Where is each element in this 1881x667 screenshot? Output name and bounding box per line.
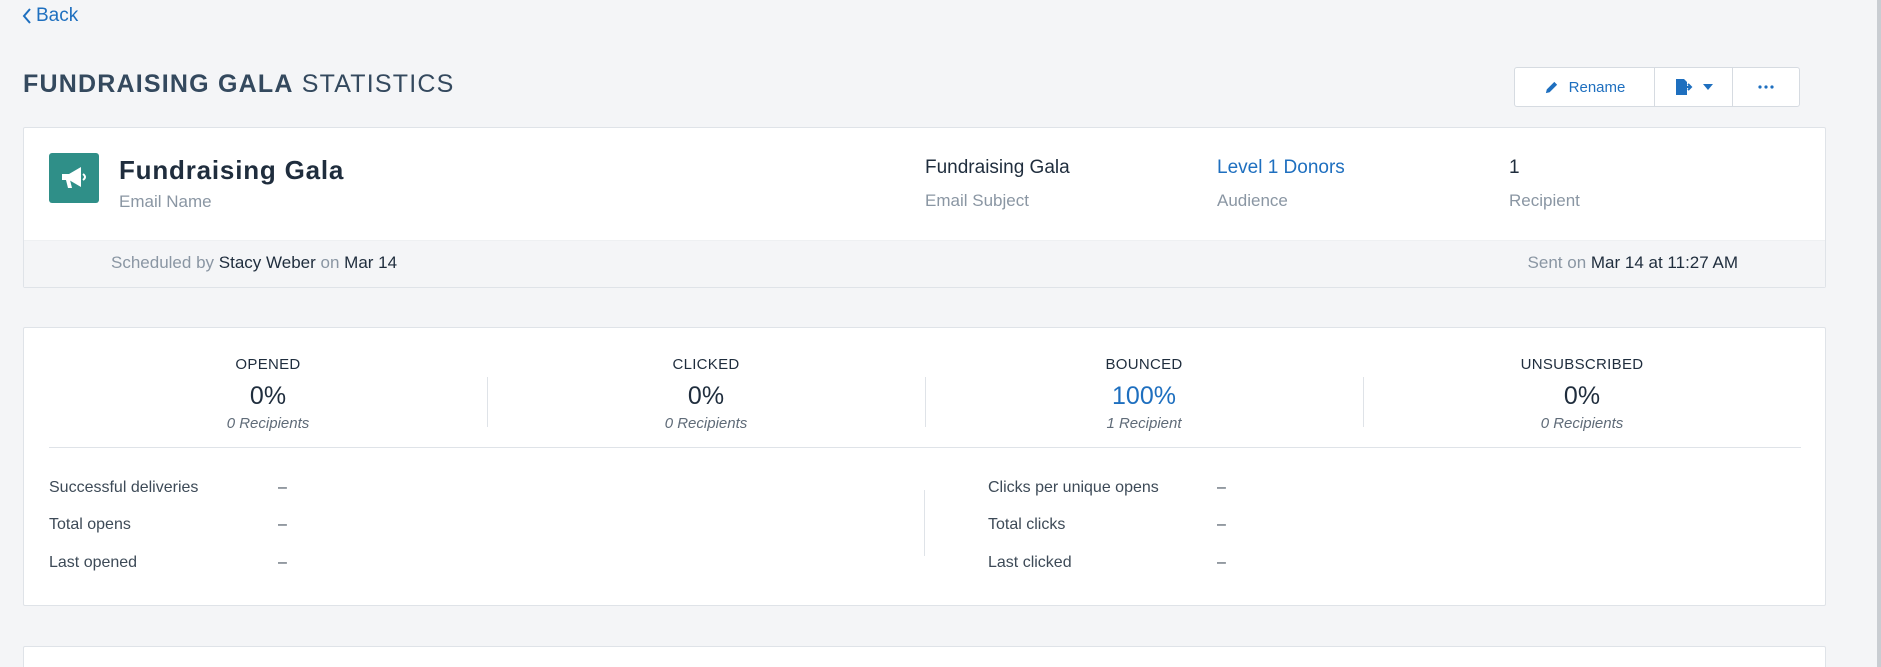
megaphone-icon <box>49 153 99 203</box>
stat-sub: 0 Recipients <box>1540 415 1624 432</box>
chevron-left-icon <box>22 8 31 24</box>
sent-datetime: Mar 14 at 11:27 AM <box>1590 253 1738 272</box>
more-options-button[interactable] <box>1733 68 1799 106</box>
stat-unsubscribed: UNSUBSCRIBED 0% 0 Recipients <box>1363 348 1801 448</box>
back-label: Back <box>36 5 79 26</box>
stat-opened: OPENED 0% 0 Recipients <box>49 348 487 448</box>
detail-value: – <box>1217 516 1226 533</box>
actions-toolbar: Rename <box>1514 67 1800 107</box>
stat-sub: 1 Recipient <box>1106 415 1182 432</box>
recipient-count: 1 <box>1509 157 1520 178</box>
stat-clicked: CLICKED 0% 0 Recipients <box>487 348 925 448</box>
rename-label: Rename <box>1568 78 1626 96</box>
next-section-card <box>23 646 1826 667</box>
email-summary-card: Fundraising Gala Email Name Fundraising … <box>23 127 1826 288</box>
detail-label: Total opens <box>49 516 131 533</box>
sent-info: Sent on Mar 14 at 11:27 AM <box>1528 253 1738 273</box>
stat-value: 0% <box>1563 382 1601 410</box>
detail-label: Successful deliveries <box>49 479 199 496</box>
page-title-rest: STATISTICS <box>301 70 455 98</box>
stat-label: CLICKED <box>672 356 740 373</box>
detail-value: – <box>1217 554 1226 571</box>
stat-sub: 0 Recipients <box>664 415 748 432</box>
stat-label: BOUNCED <box>1105 356 1183 373</box>
schedule-info-bar: Scheduled by Stacy Weber on Mar 14 Sent … <box>24 240 1825 287</box>
detail-value: – <box>1217 479 1226 496</box>
detail-label: Total clicks <box>988 516 1066 533</box>
scheduled-date: Mar 14 <box>344 253 398 272</box>
page-title-strong: FUNDRAISING GALA <box>23 70 294 98</box>
stat-tiles: OPENED 0% 0 Recipients CLICKED 0% 0 Reci… <box>49 348 1801 448</box>
stat-value: 0% <box>249 382 287 410</box>
detail-value: – <box>278 554 287 571</box>
rename-button[interactable]: Rename <box>1515 68 1655 106</box>
stats-divider <box>49 447 1801 448</box>
page-scrollbar[interactable] <box>1877 0 1881 667</box>
scheduled-by-name: Stacy Weber <box>218 253 316 272</box>
recipient-label: Recipient <box>1509 191 1580 210</box>
caret-down-icon <box>1702 84 1713 90</box>
email-subject-label: Email Subject <box>925 191 1029 210</box>
pencil-icon <box>1545 81 1557 93</box>
detail-value: – <box>278 516 287 533</box>
scheduled-prefix: Scheduled by <box>111 253 215 272</box>
bounced-value-link[interactable]: 100% <box>925 382 1363 411</box>
sent-prefix: Sent on <box>1527 253 1587 272</box>
detail-value: – <box>278 479 287 496</box>
detail-label: Last clicked <box>988 554 1072 571</box>
stat-sub: 0 Recipients <box>226 415 310 432</box>
scheduled-on-word: on <box>320 253 340 272</box>
stat-bounced: BOUNCED 100% 1 Recipient <box>925 348 1363 448</box>
detail-label: Clicks per unique opens <box>988 479 1159 496</box>
stat-label: OPENED <box>235 356 301 373</box>
detail-label: Last opened <box>49 554 138 571</box>
details-divider <box>924 490 925 556</box>
ellipsis-icon <box>1758 85 1774 89</box>
scheduled-info: Scheduled by Stacy Weber on Mar 14 <box>111 253 397 273</box>
audience-link[interactable]: Level 1 Donors <box>1217 157 1345 179</box>
stat-label: UNSUBSCRIBED <box>1520 356 1644 373</box>
statistics-card: OPENED 0% 0 Recipients CLICKED 0% 0 Reci… <box>23 327 1826 606</box>
audience-label: Audience <box>1217 191 1288 210</box>
back-link[interactable]: Back <box>22 5 78 27</box>
scrollbar-thumb[interactable] <box>1877 0 1881 667</box>
export-dropdown-button[interactable] <box>1655 68 1733 106</box>
email-subject-value: Fundraising Gala <box>925 157 1070 178</box>
email-name: Fundraising Gala <box>119 155 345 185</box>
email-name-label: Email Name <box>119 192 212 211</box>
page-title: FUNDRAISING GALA STATISTICS <box>23 70 455 99</box>
export-document-icon <box>1675 79 1692 95</box>
stat-value: 0% <box>687 382 725 410</box>
